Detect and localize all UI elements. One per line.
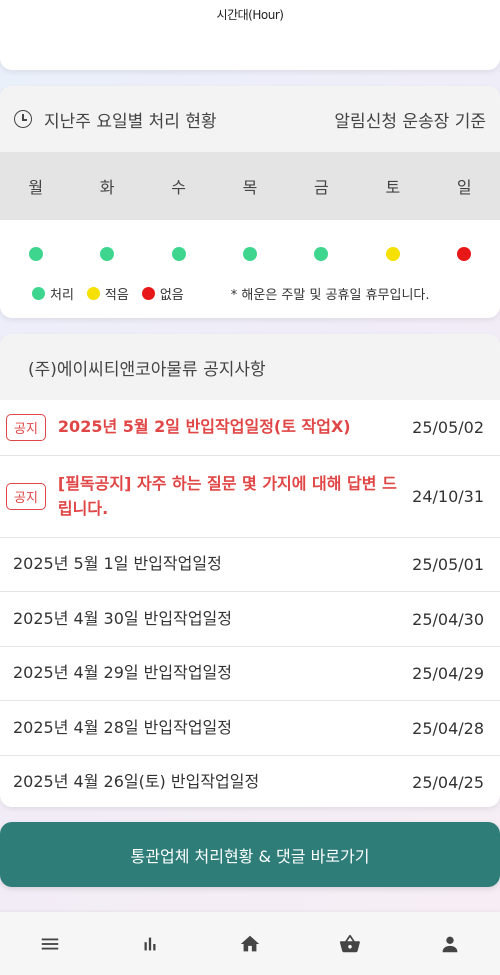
notice-text: 2025년 4월 28일 반입작업일정 — [13, 717, 232, 737]
notice-text: 2025년 5월 2일 반입작업일정(토 작업X) — [57, 417, 351, 437]
weekday-thu: 목 — [242, 178, 258, 197]
status-dot-sat — [385, 246, 400, 261]
notice-text: 2025년 4월 29일 반입작업일정 — [13, 663, 232, 683]
top-card: 시간대(Hour) — [0, 0, 500, 70]
status-legend: 처리 적음 없음 * 해운은 주말 및 공휴일 휴무입니다. — [0, 284, 500, 303]
status-cell — [286, 246, 357, 265]
status-dot-sun — [457, 246, 472, 261]
hour-axis-label: 시간대(Hour) — [216, 8, 284, 22]
weekday-tue: 화 — [99, 178, 115, 197]
legend-item-low: 적음 — [86, 284, 129, 303]
status-cell — [429, 246, 500, 265]
notice-row[interactable]: 공지 2025년 5월 2일 반입작업일정(토 작업X) 25/05/02 — [0, 400, 500, 456]
status-dot-mon — [28, 246, 43, 261]
notice-date: 25/05/02 — [412, 418, 484, 437]
notice-badge: 공지 — [6, 483, 46, 510]
notice-text: 2025년 4월 30일 반입작업일정 — [13, 608, 232, 628]
legend-label-low: 적음 — [104, 288, 129, 303]
legend-item-none: 없음 — [141, 284, 184, 303]
nav-home[interactable] — [200, 933, 300, 955]
clock-icon — [14, 110, 32, 128]
notice-row[interactable]: 2025년 4월 28일 반입작업일정 25/04/28 — [0, 701, 500, 756]
legend-label-none: 없음 — [159, 288, 184, 303]
notice-row[interactable]: 2025년 4월 29일 반입작업일정 25/04/29 — [0, 647, 500, 701]
status-dot-wed — [171, 246, 186, 261]
weekday-sat: 토 — [385, 178, 401, 197]
notice-text: 2025년 4월 26일(토) 반입작업일정 — [13, 771, 260, 791]
notice-date: 25/04/28 — [412, 718, 484, 738]
customs-status-button[interactable]: 통관업체 처리현황 & 댓글 바로가기 — [0, 822, 500, 887]
notice-text: 2025년 5월 1일 반입작업일정 — [13, 554, 222, 574]
notice-row[interactable]: 2025년 5월 1일 반입작업일정 25/05/01 — [0, 538, 500, 592]
notice-badge: 공지 — [6, 414, 46, 441]
weekly-status-card: 지난주 요일별 처리 현황 알림신청 운송장 기준 월 화 수 목 금 토 일 … — [0, 86, 500, 318]
notice-text: [필독공지] 자주 하는 질문 몇 가지에 대해 답변 드립니다. — [57, 473, 397, 518]
status-cell — [357, 246, 428, 265]
status-dot-tue — [100, 246, 115, 261]
legend-dot-low — [86, 287, 100, 300]
status-cell — [0, 246, 71, 265]
notice-row[interactable]: 2025년 4월 26일(토) 반입작업일정 25/04/25 — [0, 756, 500, 807]
weekly-status-title: 지난주 요일별 처리 현황 — [44, 111, 217, 132]
weekly-status-header: 지난주 요일별 처리 현황 알림신청 운송장 기준 — [0, 86, 500, 152]
menu-icon — [41, 938, 59, 949]
bar-chart-icon — [144, 937, 156, 950]
legend-item-processed: 처리 — [32, 284, 74, 303]
basket-icon — [339, 934, 360, 952]
legend-label-processed: 처리 — [50, 288, 74, 303]
legend-dot-processed — [32, 287, 45, 300]
nav-profile[interactable] — [400, 933, 500, 955]
person-icon — [442, 936, 458, 952]
notice-date: 25/04/25 — [412, 772, 484, 792]
nav-stats[interactable] — [100, 933, 200, 955]
status-dot-fri — [314, 246, 329, 261]
notice-row[interactable]: 공지 [필독공지] 자주 하는 질문 몇 가지에 대해 답변 드립니다. 24/… — [0, 456, 500, 538]
notice-date: 25/05/01 — [412, 555, 484, 574]
status-dots-row — [0, 220, 500, 290]
weekly-status-basis: 알림신청 운송장 기준 — [334, 111, 486, 132]
nav-menu[interactable] — [0, 933, 100, 955]
notice-date: 24/10/31 — [412, 487, 484, 506]
legend-dot-none — [141, 287, 155, 300]
notice-date: 25/04/30 — [412, 609, 484, 629]
notice-title: (주)에이씨티앤코아물류 공지사항 — [0, 334, 500, 400]
status-cell — [143, 246, 214, 265]
status-cell — [214, 246, 285, 265]
notice-card: (주)에이씨티앤코아물류 공지사항 공지 2025년 5월 2일 반입작업일정(… — [0, 334, 500, 807]
status-cell — [71, 246, 142, 265]
weekday-sun: 일 — [456, 178, 472, 197]
weekday-row: 월 화 수 목 금 토 일 — [0, 152, 500, 220]
nav-basket[interactable] — [300, 933, 400, 955]
status-dot-thu — [242, 246, 257, 261]
home-icon — [240, 935, 260, 951]
weekday-wed: 수 — [171, 178, 186, 197]
bottom-nav — [0, 912, 500, 975]
holiday-note: * 해운은 주말 및 공휴일 휴무입니다. — [230, 288, 430, 303]
notice-row[interactable]: 2025년 4월 30일 반입작업일정 25/04/30 — [0, 592, 500, 647]
weekday-mon: 월 — [28, 178, 44, 197]
weekday-fri: 금 — [314, 178, 329, 197]
notice-date: 25/04/29 — [412, 664, 484, 683]
